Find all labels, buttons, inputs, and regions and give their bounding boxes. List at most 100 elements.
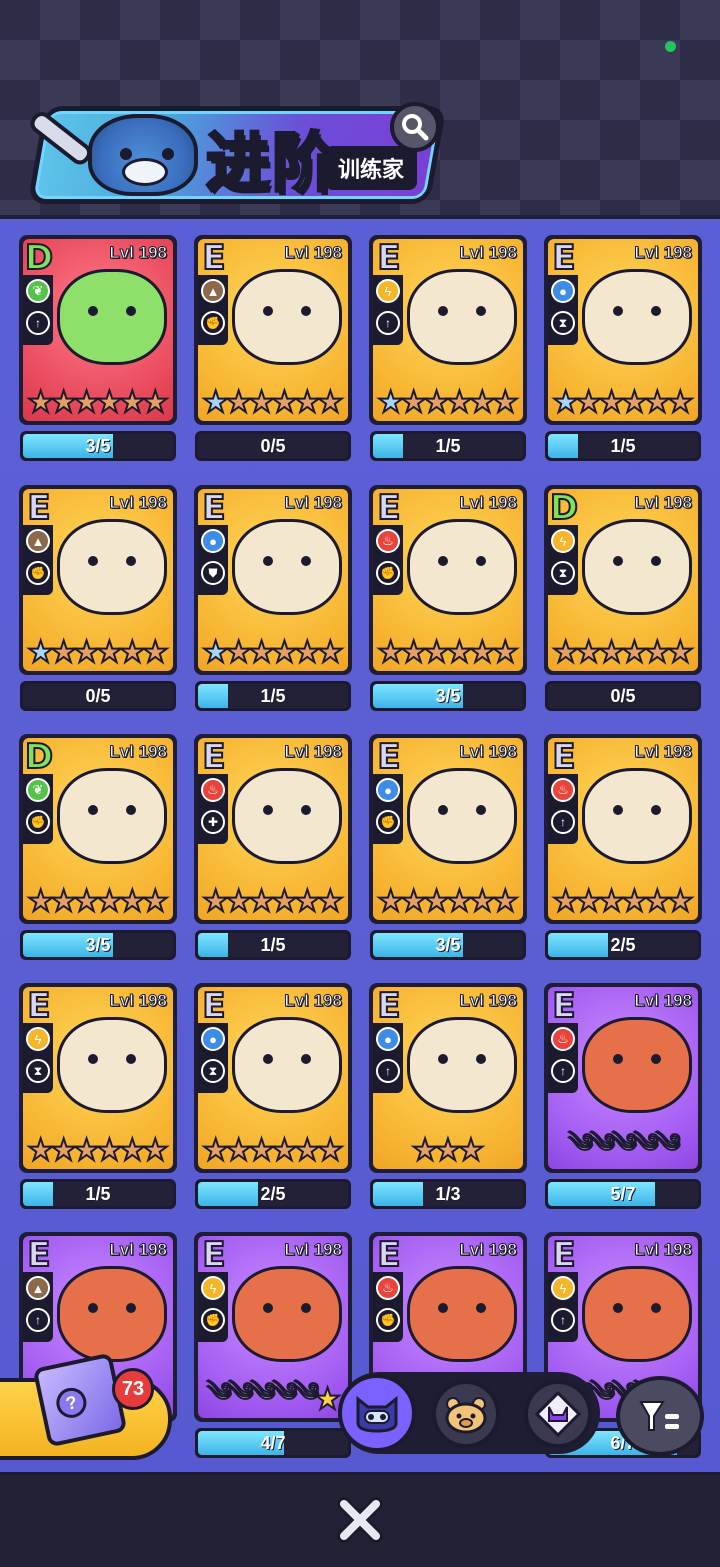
rank-badge: E: [551, 239, 576, 278]
progress-label: 3/5: [435, 685, 461, 706]
card-portrait: E Lvl 198 ● ⛊ ★ ★ ★ ★ ★ ★: [198, 489, 348, 671]
creature-eye: [438, 556, 448, 566]
card-portrait: E Lvl 198 ϟ ✊ ༄༄༄༄༄ ★: [198, 1236, 348, 1418]
creature-card[interactable]: E Lvl 198 ● ⧗ ★ ★ ★ ★ ★ ★: [544, 235, 702, 425]
hourglass-role-icon: ⧗: [26, 1059, 50, 1083]
search-button[interactable]: [390, 102, 440, 152]
rank-badge: E: [26, 987, 51, 1026]
creature-card[interactable]: E Lvl 198 ♨ ↑ ★ ★ ★ ★ ★ ★: [544, 734, 702, 924]
level-label: Lvl 198: [284, 493, 343, 513]
rank-badge: E: [201, 1236, 226, 1275]
star-icon: ★: [316, 636, 345, 669]
progress-label: 0/5: [260, 435, 286, 456]
lightning-element-icon: ϟ: [551, 1276, 575, 1300]
creature-card[interactable]: E Lvl 198 ▲ ✊ ★ ★ ★ ★ ★ ★: [194, 235, 352, 425]
creature-eye: [613, 805, 623, 815]
rank-badge: E: [376, 239, 401, 278]
creature-eye: [263, 805, 273, 815]
rank-badge: E: [26, 1236, 51, 1275]
fire-element-icon: ♨: [201, 778, 225, 802]
star-rating: ★ ★ ★: [373, 1133, 523, 1169]
creature-eye: [613, 556, 623, 566]
rank-badge: E: [201, 738, 226, 777]
shield-role-icon: ⛊: [201, 561, 225, 585]
creature-art: [582, 269, 692, 365]
fist-role-icon: ✊: [26, 810, 50, 834]
tab-cat[interactable]: [338, 1374, 416, 1452]
creature-card[interactable]: E Lvl 198 ϟ ↑ ★ ★ ★ ★ ★ ★: [369, 235, 527, 425]
water-element-icon: ●: [376, 1027, 400, 1051]
progress-label: 1/5: [85, 1183, 111, 1204]
earth-element-icon: ▲: [201, 279, 225, 303]
creature-eye: [88, 805, 98, 815]
star-icon: ★: [141, 386, 170, 419]
creature-card[interactable]: D Lvl 198 ❦ ↑ ★ ★ ★ ★ ★ ★: [19, 235, 177, 425]
creature-card[interactable]: E Lvl 198 ♨ ✊ ★ ★ ★ ★ ★ ★: [369, 485, 527, 675]
level-label: Lvl 198: [284, 991, 343, 1011]
creature-art: [407, 1266, 517, 1362]
page-title: 进阶: [205, 126, 338, 203]
cat-face-icon: [356, 1395, 398, 1433]
close-button[interactable]: [334, 1494, 386, 1546]
creature-eye: [263, 1303, 273, 1313]
tab-bear[interactable]: [432, 1380, 500, 1448]
creature-eye: [476, 1054, 486, 1064]
close-icon: [337, 1497, 383, 1543]
creature-card[interactable]: D Lvl 198 ❦ ✊ ★ ★ ★ ★ ★ ★: [19, 734, 177, 924]
star-icon: ★: [141, 636, 170, 669]
rank-badge: E: [551, 1236, 576, 1275]
creature-eye: [651, 556, 661, 566]
rank-badge: E: [201, 987, 226, 1026]
bear-face-icon: [445, 1397, 487, 1434]
star-rating: ★ ★ ★ ★ ★ ★: [373, 635, 523, 671]
progress-label: 0/5: [610, 685, 636, 706]
progress-bar: 0/5: [20, 681, 176, 711]
creature-eye: [88, 556, 98, 566]
star-icon: ★: [491, 885, 520, 918]
creature-card[interactable]: E Lvl 198 ● ⧗ ★ ★ ★ ★ ★ ★: [194, 983, 352, 1173]
filter-button[interactable]: [616, 1376, 704, 1456]
level-label: Lvl 198: [634, 991, 693, 1011]
creature-card[interactable]: D Lvl 198 ϟ ⧗ ★ ★ ★ ★ ★ ★: [544, 485, 702, 675]
mascot-icon: [88, 114, 198, 196]
creature-eye: [88, 1303, 98, 1313]
creature-card[interactable]: E Lvl 198 ♨ ↑ ༄༄༄༄༄: [544, 983, 702, 1173]
question-icon: ?: [53, 1385, 90, 1421]
water-element-icon: ●: [201, 529, 225, 553]
star-icon: ★: [491, 636, 520, 669]
creature-card[interactable]: E Lvl 198 ● ✊ ★ ★ ★ ★ ★ ★: [369, 734, 527, 924]
card-portrait: E Lvl 198 ♨ ↑ ★ ★ ★ ★ ★ ★: [548, 738, 698, 920]
up-arrow-role-icon: ↑: [551, 1308, 575, 1332]
lightning-element-icon: ϟ: [376, 279, 400, 303]
creature-eye: [438, 805, 448, 815]
creature-card[interactable]: E Lvl 198 ● ↑ ★ ★ ★: [369, 983, 527, 1173]
creature-card[interactable]: E Lvl 198 ϟ ⧗ ★ ★ ★ ★ ★ ★: [19, 983, 177, 1173]
creature-eye: [476, 306, 486, 316]
star-rating: ★ ★ ★ ★ ★ ★: [548, 385, 698, 421]
progress-label: 1/5: [260, 934, 286, 955]
star-icon: ★: [316, 885, 345, 918]
creature-card[interactable]: E Lvl 198 ♨ ✚ ★ ★ ★ ★ ★ ★: [194, 734, 352, 924]
fist-role-icon: ✊: [376, 561, 400, 585]
mascot-snout: [122, 158, 168, 186]
creature-eye: [126, 306, 136, 316]
creature-eye: [476, 805, 486, 815]
earth-element-icon: ▲: [26, 1276, 50, 1300]
rank-badge: E: [376, 1236, 401, 1275]
creature-eye: [126, 805, 136, 815]
leaf-element-icon: ❦: [26, 279, 50, 303]
creature-card[interactable]: E Lvl 198 ▲ ✊ ★ ★ ★ ★ ★ ★: [19, 485, 177, 675]
progress-label: 2/5: [260, 1183, 286, 1204]
progress-label: 0/5: [85, 685, 111, 706]
tab-gem[interactable]: [524, 1380, 592, 1448]
up-arrow-role-icon: ↑: [551, 1059, 575, 1083]
card-portrait: E Lvl 198 ♨ ✚ ★ ★ ★ ★ ★ ★: [198, 738, 348, 920]
creature-card[interactable]: E Lvl 198 ● ⛊ ★ ★ ★ ★ ★ ★: [194, 485, 352, 675]
mystery-box-icon[interactable]: ?: [32, 1352, 128, 1448]
rank-badge: E: [376, 489, 401, 528]
creature-card[interactable]: E Lvl 198 ϟ ✊ ༄༄༄༄༄ ★: [194, 1232, 352, 1422]
wave-rank-icon: ༄༄༄༄༄: [206, 1376, 320, 1408]
fist-role-icon: ✊: [376, 1308, 400, 1332]
level-label: Lvl 198: [109, 493, 168, 513]
progress-bar: 4/7: [195, 1428, 351, 1458]
